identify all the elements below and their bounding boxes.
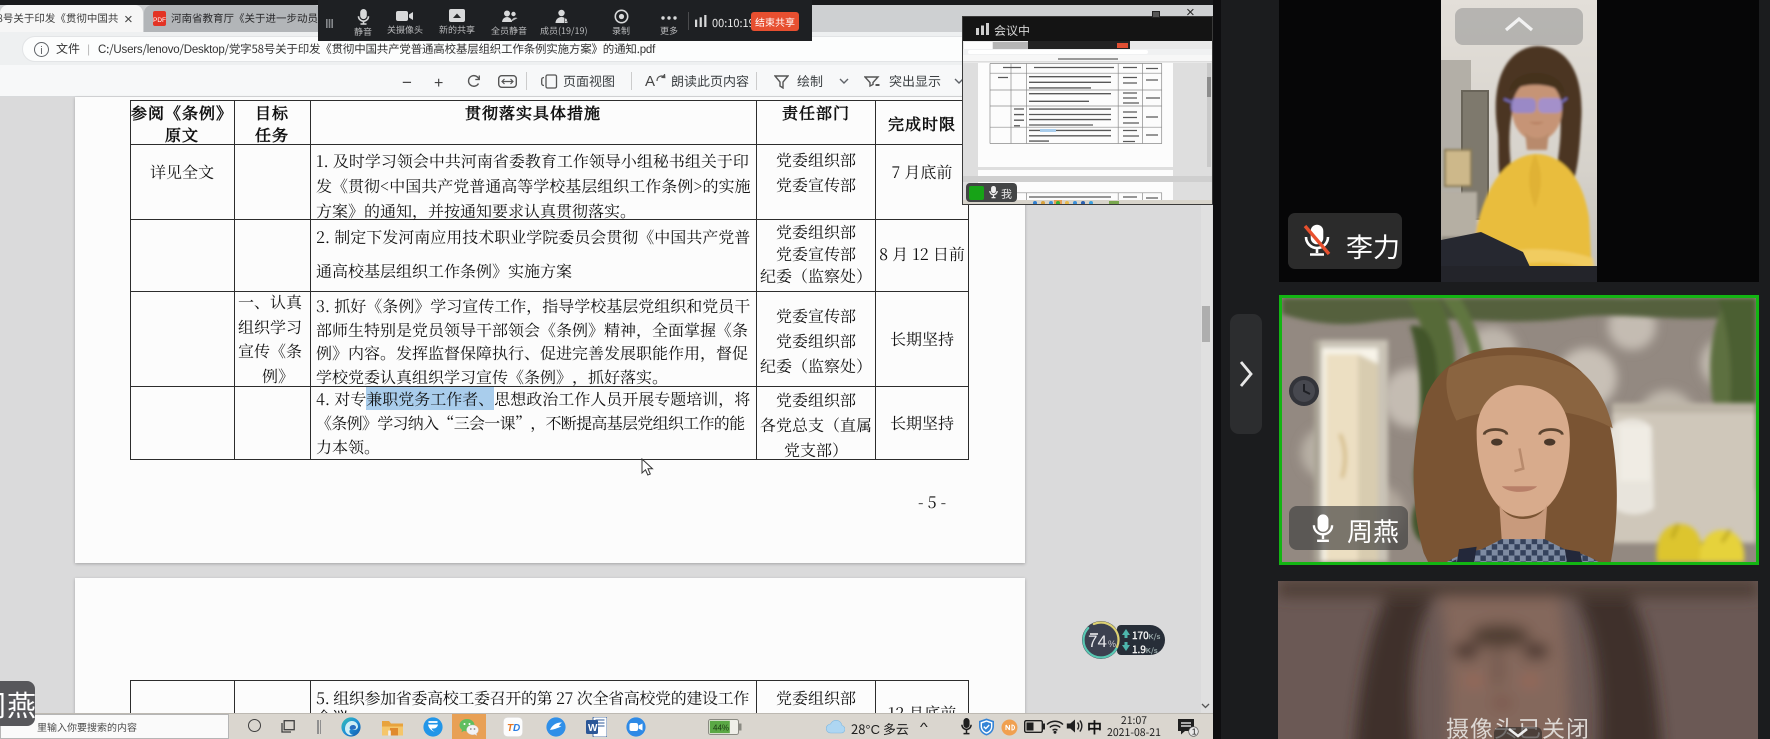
svg-text:44%: 44% <box>713 724 729 733</box>
svg-text:%: % <box>1108 639 1116 649</box>
svg-text:W: W <box>588 723 598 734</box>
svg-text:D: D <box>513 723 520 734</box>
svg-text:1: 1 <box>1192 727 1197 737</box>
svg-text:PDF: PDF <box>153 17 166 24</box>
